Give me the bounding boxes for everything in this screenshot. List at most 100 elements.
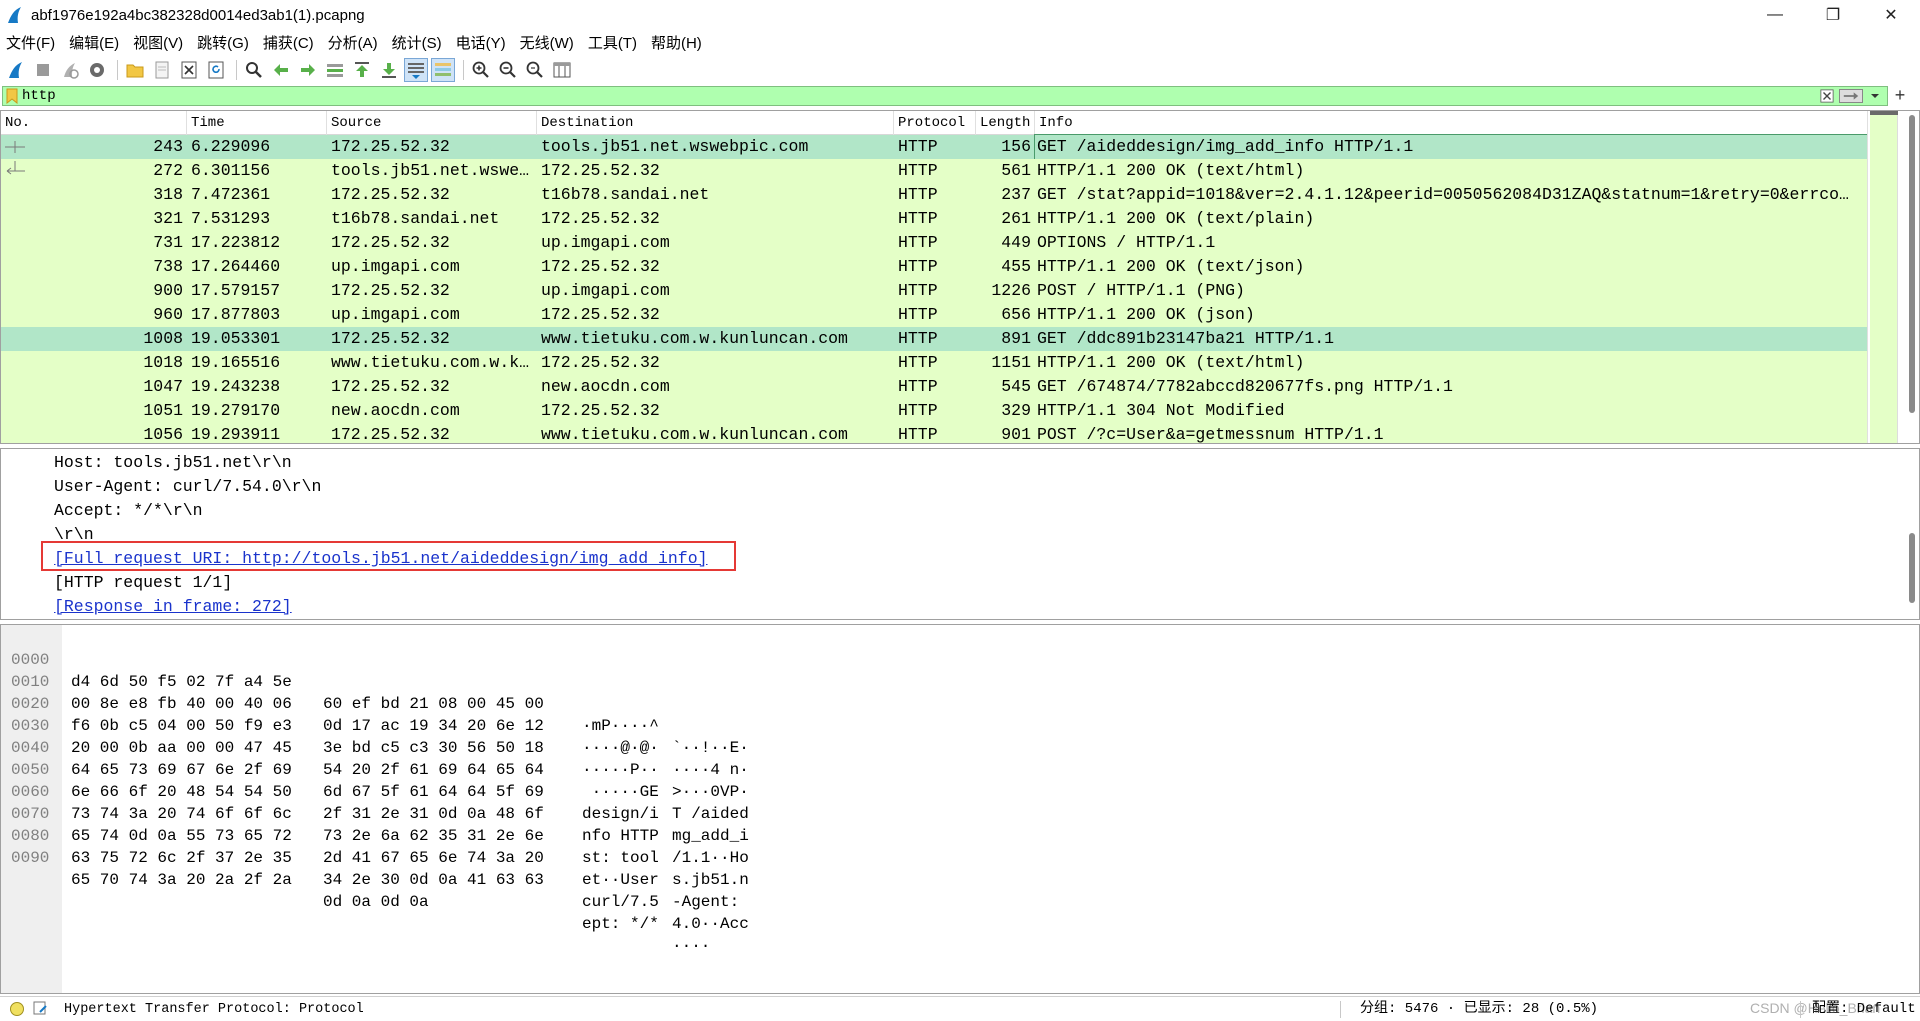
column-info[interactable]: Info xyxy=(1035,111,1867,135)
packet-row[interactable]: 731 17.223812 172.25.52.32 up.imgapi.com… xyxy=(1,231,1867,255)
detail-user-agent-line[interactable]: User-Agent: curl/7.54.0\r\n xyxy=(54,475,321,499)
capture-options-button[interactable] xyxy=(85,58,109,82)
packet-row[interactable]: 318 7.472361 172.25.52.32 t16b78.sandai.… xyxy=(1,183,1867,207)
packet-list-scrollbar[interactable] xyxy=(1867,111,1919,443)
capture-comment-icon[interactable] xyxy=(32,1000,48,1016)
add-filter-button[interactable]: + xyxy=(1890,86,1910,106)
packet-row[interactable]: 1056 19.293911 172.25.52.32 www.tietuku.… xyxy=(1,423,1867,443)
column-no[interactable]: No. xyxy=(1,111,187,135)
bytes-row[interactable]: 0030 20 00 0b aa 00 00 47 45 54 20 2f 61… xyxy=(1,693,749,823)
expert-info-led-icon[interactable] xyxy=(10,1002,24,1016)
menu-tools[interactable]: 工具(T) xyxy=(588,32,637,53)
packet-time: 19.165516 xyxy=(191,353,281,372)
apply-filter-button[interactable] xyxy=(1839,89,1863,103)
zoom-in-button[interactable] xyxy=(469,58,493,82)
packet-length: 545 xyxy=(1001,377,1031,396)
packet-row[interactable]: 272 6.301156 tools.jb51.net.wswe… 172.25… xyxy=(1,159,1867,183)
stop-capture-button[interactable] xyxy=(31,58,55,82)
menu-go[interactable]: 跳转(G) xyxy=(197,32,249,53)
bytes-row[interactable]: 0050 6e 66 6f 20 48 54 54 50 2f 31 2e 31… xyxy=(1,737,749,867)
autoscroll-icon xyxy=(408,63,424,79)
menu-help[interactable]: 帮助(H) xyxy=(651,32,702,53)
packet-row[interactable]: 900 17.579157 172.25.52.32 up.imgapi.com… xyxy=(1,279,1867,303)
packet-destination: 172.25.52.32 xyxy=(541,257,660,276)
minimize-button[interactable]: — xyxy=(1746,0,1804,30)
bytes-row[interactable]: 0010 00 8e e8 fb 40 00 40 06 0d 17 ac 19… xyxy=(1,649,749,779)
packet-row[interactable]: 960 17.877803 up.imgapi.com 172.25.52.32… xyxy=(1,303,1867,327)
menu-view[interactable]: 视图(V) xyxy=(133,32,183,53)
column-destination[interactable]: Destination xyxy=(537,111,894,135)
menu-wireless[interactable]: 无线(W) xyxy=(520,32,574,53)
scrollbar-thumb[interactable] xyxy=(1909,115,1915,413)
packet-minimap[interactable] xyxy=(1870,111,1898,443)
packet-time: 17.223812 xyxy=(191,233,281,252)
packet-source: t16b78.sandai.net xyxy=(331,209,500,228)
packet-row[interactable]: 1051 19.279170 new.aocdn.com 172.25.52.3… xyxy=(1,399,1867,423)
status-bar: Hypertext Transfer Protocol: Protocol 分组… xyxy=(0,996,1920,1021)
menu-edit[interactable]: 编辑(E) xyxy=(69,32,119,53)
autoscroll-button[interactable] xyxy=(404,58,428,82)
packet-row[interactable]: 321 7.531293 t16b78.sandai.net 172.25.52… xyxy=(1,207,1867,231)
bytes-row[interactable]: 0020 f6 0b c5 04 00 50 f9 e3 3e bd c5 c3… xyxy=(1,671,749,801)
packet-time: 17.264460 xyxy=(191,257,281,276)
packet-no: 318 xyxy=(153,185,183,204)
restore-button[interactable]: ❐ xyxy=(1804,0,1862,30)
bytes-hex-low: 64 65 73 69 67 6e 2f 69 xyxy=(71,761,292,779)
packet-no: 1008 xyxy=(143,329,183,348)
packet-row[interactable]: 243 6.229096 172.25.52.32 tools.jb51.net… xyxy=(1,134,1868,160)
go-forward-button[interactable] xyxy=(296,58,320,82)
column-source[interactable]: Source xyxy=(327,111,537,135)
bytes-row[interactable]: 0040 64 65 73 69 67 6e 2f 69 6d 67 5f 61… xyxy=(1,715,749,845)
column-time[interactable]: Time xyxy=(187,111,327,135)
find-packet-button[interactable] xyxy=(242,58,266,82)
bytes-row[interactable]: 0060 73 74 3a 20 74 6f 6f 6c 73 2e 6a 62… xyxy=(1,759,749,889)
packet-length: 449 xyxy=(1001,233,1031,252)
last-packet-button[interactable] xyxy=(377,58,401,82)
start-capture-button[interactable] xyxy=(4,58,28,82)
column-protocol[interactable]: Protocol xyxy=(894,111,976,135)
first-packet-button[interactable] xyxy=(350,58,374,82)
close-button[interactable]: ✕ xyxy=(1862,0,1920,30)
bytes-row[interactable]: 0090 65 70 74 3a 20 2a 2f 2a 0d 0a 0d 0a… xyxy=(1,825,710,955)
column-length[interactable]: Length xyxy=(976,111,1035,135)
recent-filters-dropdown[interactable] xyxy=(1867,88,1883,104)
menu-statistics[interactable]: 统计(S) xyxy=(392,32,442,53)
details-scrollbar[interactable] xyxy=(1907,453,1917,617)
menu-file[interactable]: 文件(F) xyxy=(6,32,55,53)
zoom-normal-button[interactable] xyxy=(523,58,547,82)
menu-capture[interactable]: 捕获(C) xyxy=(263,32,314,53)
reload-file-button[interactable] xyxy=(204,58,228,82)
packet-row[interactable]: 1047 19.243238 172.25.52.32 new.aocdn.co… xyxy=(1,375,1867,399)
http-request-count-line[interactable]: [HTTP request 1/1] xyxy=(54,571,232,595)
close-file-button[interactable] xyxy=(177,58,201,82)
go-to-packet-button[interactable] xyxy=(323,58,347,82)
packet-row[interactable]: 738 17.264460 up.imgapi.com 172.25.52.32… xyxy=(1,255,1867,279)
packet-protocol: HTTP xyxy=(898,401,938,420)
bytes-row[interactable]: 0080 63 75 72 6c 2f 37 2e 35 34 2e 30 0d… xyxy=(1,803,749,933)
profile-selector[interactable]: 配置: Default xyxy=(1812,997,1916,1021)
zoom-out-button[interactable] xyxy=(496,58,520,82)
menu-analyze[interactable]: 分析(A) xyxy=(328,32,378,53)
detail-accept-line[interactable]: Accept: */*\r\n xyxy=(54,499,203,523)
packet-destination: new.aocdn.com xyxy=(541,377,670,396)
bytes-row[interactable]: 0070 65 74 0d 0a 55 73 65 72 2d 41 67 65… xyxy=(1,781,739,911)
open-file-button[interactable] xyxy=(123,58,147,82)
restart-capture-button[interactable] xyxy=(58,58,82,82)
packet-row[interactable]: 1018 19.165516 www.tietuku.com.w.k… 172.… xyxy=(1,351,1867,375)
menu-telephony[interactable]: 电话(Y) xyxy=(456,32,506,53)
save-file-button[interactable] xyxy=(150,58,174,82)
resize-columns-button[interactable] xyxy=(550,58,574,82)
display-filter-input[interactable] xyxy=(22,87,1819,105)
bytes-row[interactable]: 0000 d4 6d 50 f5 02 7f a4 5e 60 ef bd 21… xyxy=(1,627,749,757)
scrollbar-thumb[interactable] xyxy=(1909,533,1915,603)
go-back-button[interactable] xyxy=(269,58,293,82)
bookmark-icon[interactable] xyxy=(6,88,18,104)
packet-row[interactable]: 1008 19.053301 172.25.52.32 www.tietuku.… xyxy=(1,327,1867,351)
packet-time: 6.301156 xyxy=(191,161,271,180)
clear-filter-button[interactable] xyxy=(1819,88,1835,104)
bytes-hex-low: 65 70 74 3a 20 2a 2f 2a xyxy=(71,871,292,889)
bytes-hex-high: 54 20 2f 61 69 64 65 64 xyxy=(323,761,544,779)
colorize-button[interactable] xyxy=(431,58,455,82)
response-in-frame-link[interactable]: [Response in frame: 272] xyxy=(54,595,292,619)
detail-host-line[interactable]: Host: tools.jb51.net\r\n xyxy=(54,451,292,475)
